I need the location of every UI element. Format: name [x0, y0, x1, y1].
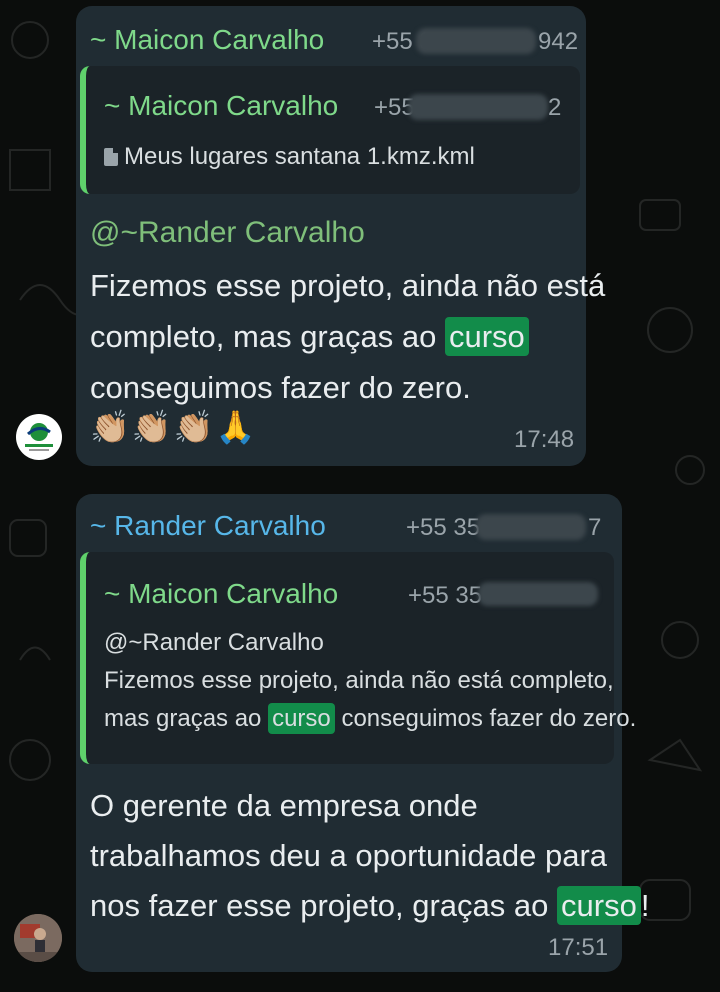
message-time: 17:51 [548, 934, 609, 961]
quoted-line-2: mas graças ao [104, 705, 262, 732]
quoted-file-name: Meus lugares santana 1.kmz.kml [124, 143, 475, 170]
document-icon [104, 148, 118, 166]
message-line-3: conseguimos fazer do zero. [90, 370, 471, 405]
quoted-sender-phone: +55 35 [408, 582, 483, 609]
message-line-3: nos fazer esse projeto, graças ao [90, 888, 549, 923]
message-bubble[interactable]: ~ Maicon Carvalho +55 3 942 ~ Maicon Car… [76, 6, 605, 466]
highlighted-word: curso [444, 317, 529, 356]
quoted-mention: @~Rander Carvalho [104, 629, 324, 656]
clap-emoji-row: 👏🏼👏🏼👏🏼🙏 [90, 409, 258, 445]
sender-phone-suffix: 942 [538, 28, 579, 55]
sender-name[interactable]: ~ Rander Carvalho [90, 510, 326, 541]
quoted-sender-name: ~ Maicon Carvalho [104, 578, 339, 609]
quoted-line-1: Fizemos esse projeto, ainda não está com… [104, 667, 614, 694]
message-line-2: completo, mas graças ao [90, 319, 437, 354]
quoted-message[interactable]: ~ Maicon Carvalho +55 2 Meus lugares san… [80, 66, 580, 194]
message-line-1: Fizemos esse projeto, ainda não está [90, 268, 606, 303]
highlighted-word: curso [557, 886, 641, 925]
quoted-line-2-end: conseguimos fazer do zero. [341, 705, 637, 732]
quoted-sender-name: ~ Maicon Carvalho [104, 90, 339, 121]
profile-photo-icon [14, 914, 62, 962]
mention[interactable]: @~Rander Carvalho [90, 216, 365, 249]
quoted-message[interactable]: ~ Maicon Carvalho +55 35 @~Rander Carval… [80, 552, 636, 764]
sender-name[interactable]: ~ Maicon Carvalho [90, 24, 324, 55]
redacted-phone [416, 28, 536, 54]
redacted-phone [476, 514, 586, 540]
message-time: 17:48 [514, 426, 575, 453]
avatar[interactable] [16, 414, 62, 460]
redacted-phone [408, 94, 548, 120]
quoted-phone-suffix: 2 [548, 94, 562, 121]
redacted-phone [478, 582, 598, 606]
sender-phone-suffix: 7 [588, 514, 602, 541]
avatar[interactable] [14, 914, 62, 962]
message-end: ! [640, 888, 650, 923]
message-line-2: trabalhamos deu a oportunidade para [90, 838, 608, 873]
message-bubble[interactable]: ~ Rander Carvalho +55 35 7 ~ Maicon Carv… [76, 494, 649, 972]
message-line-1: O gerente da empresa onde [90, 788, 478, 823]
company-logo-icon [25, 423, 53, 451]
highlighted-word: curso [268, 703, 335, 734]
sender-phone: +55 35 [406, 514, 481, 541]
